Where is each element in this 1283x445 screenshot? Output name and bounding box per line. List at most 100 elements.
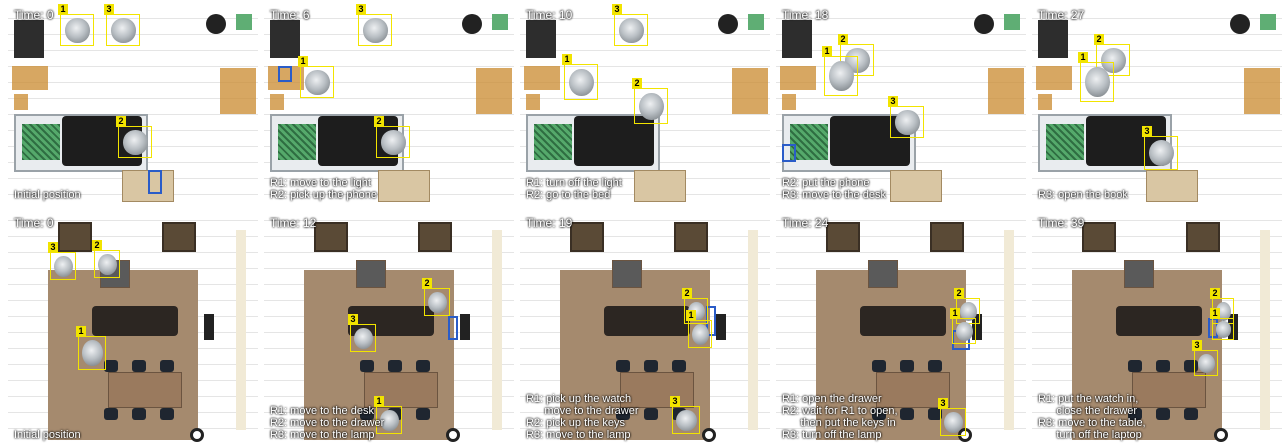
trash-bin (462, 14, 482, 34)
robot-2-label: 2 (632, 78, 642, 89)
robot-3-box (672, 406, 700, 434)
plant (492, 14, 508, 30)
action-caption: R1: move to the desk R2: move to the dra… (270, 405, 385, 441)
nightstand (270, 20, 300, 58)
action-caption: Initial position (14, 429, 81, 441)
robot-3-label: 3 (670, 396, 680, 407)
time-label: Time: 0 (14, 8, 54, 22)
dining-chair (900, 408, 914, 420)
trash-bin (1230, 14, 1250, 34)
robot-3-box (106, 14, 140, 46)
time-label: Time: 27 (1038, 8, 1085, 22)
desk (378, 170, 430, 202)
cabinet (476, 68, 512, 114)
desk (890, 170, 942, 202)
floor-line (1032, 50, 1282, 51)
living-room-panel-4: 2 1 3 Time: 39 R1: put the watch in, close t… (1032, 210, 1282, 444)
trash-bin (206, 14, 226, 34)
dining-chair (928, 360, 942, 372)
floor-line (520, 252, 770, 253)
sofa (860, 306, 946, 336)
dining-chair (900, 360, 914, 372)
floor-line (1032, 252, 1282, 253)
robot-2-label: 2 (954, 288, 964, 299)
rug (48, 270, 198, 440)
living-room-panel-3: 2 1 3 Time: 24 R1: open the drawer R2: wait … (776, 210, 1026, 444)
robot-1-label: 1 (822, 46, 832, 57)
side-table (868, 260, 898, 288)
floor-line (520, 50, 770, 51)
floor-line (1032, 268, 1282, 269)
sofa (1116, 306, 1202, 336)
floor-line (776, 236, 1026, 237)
trash-bin (974, 14, 994, 34)
armchair (674, 222, 708, 252)
desk (1146, 170, 1198, 202)
dining-chair (1156, 360, 1170, 372)
window (236, 230, 246, 430)
robot-3-box (1194, 350, 1218, 376)
cabinet (220, 68, 256, 114)
robot-2-box (424, 288, 450, 316)
target-object-box (148, 170, 162, 194)
floor-lamp (1214, 428, 1228, 442)
robot-2-label: 2 (116, 116, 126, 127)
target-object-box (782, 144, 796, 162)
bed-pillow (534, 124, 572, 160)
floor-line (776, 34, 1026, 35)
living-room-panel-1: 2 3 1 Time: 12 R1: move to the desk R2: move… (264, 210, 514, 444)
shelf (524, 66, 560, 90)
robot-2-icon (381, 130, 406, 155)
robot-3-label: 3 (48, 242, 58, 253)
time-label: Time: 18 (782, 8, 829, 22)
robot-1-icon (829, 61, 854, 92)
floor-line (8, 236, 258, 237)
robot-1-box (688, 320, 712, 348)
armchair (58, 222, 92, 252)
robot-2-icon (123, 130, 148, 155)
cabinet (1244, 68, 1280, 114)
armchair (314, 222, 348, 252)
sofa (604, 306, 690, 336)
action-caption: R3: open the book (1038, 189, 1128, 201)
plant (1004, 14, 1020, 30)
time-label: Time: 0 (14, 216, 54, 230)
shelf-small (782, 94, 796, 110)
robot-2-label: 2 (682, 288, 692, 299)
robot-1-label: 1 (76, 326, 86, 337)
robot-3-icon (363, 18, 388, 43)
dining-table (108, 372, 182, 408)
dining-chair (644, 360, 658, 372)
dining-chair (160, 360, 174, 372)
robot-3-icon (619, 18, 644, 43)
nightstand (14, 20, 44, 58)
robot-1-box (1080, 62, 1114, 102)
robot-1-label: 1 (58, 4, 68, 15)
robot-3-icon (54, 255, 73, 278)
armchair (162, 222, 196, 252)
robot-1-box (824, 56, 858, 96)
floor-line (776, 268, 1026, 269)
robot-1-box (564, 64, 598, 100)
robot-3-label: 3 (612, 4, 622, 15)
robot-2-label: 2 (1094, 34, 1104, 45)
dining-chair (160, 408, 174, 420)
floor-line (8, 50, 258, 51)
bedroom-panel-1: 3 1 2 Time: 6 R1: move to the light R2: pick… (264, 2, 514, 204)
plant (1260, 14, 1276, 30)
action-caption: R1: turn off the light R2: go to the bed (526, 177, 622, 201)
robot-2-box (118, 126, 152, 158)
dining-chair (132, 360, 146, 372)
robot-2-label: 2 (92, 240, 102, 251)
side-table (612, 260, 642, 288)
robot-3-icon (895, 110, 920, 135)
robot-2-label: 2 (838, 34, 848, 45)
robot-1-box (300, 66, 334, 98)
nightstand (526, 20, 556, 58)
robot-3-label: 3 (348, 314, 358, 325)
bed-pillow (22, 124, 60, 160)
shelf-small (270, 94, 284, 110)
time-label: Time: 19 (526, 216, 573, 230)
time-label: Time: 39 (1038, 216, 1085, 230)
bedroom-panel-4: 2 1 3 Time: 27 R3: open the book (1032, 2, 1282, 204)
